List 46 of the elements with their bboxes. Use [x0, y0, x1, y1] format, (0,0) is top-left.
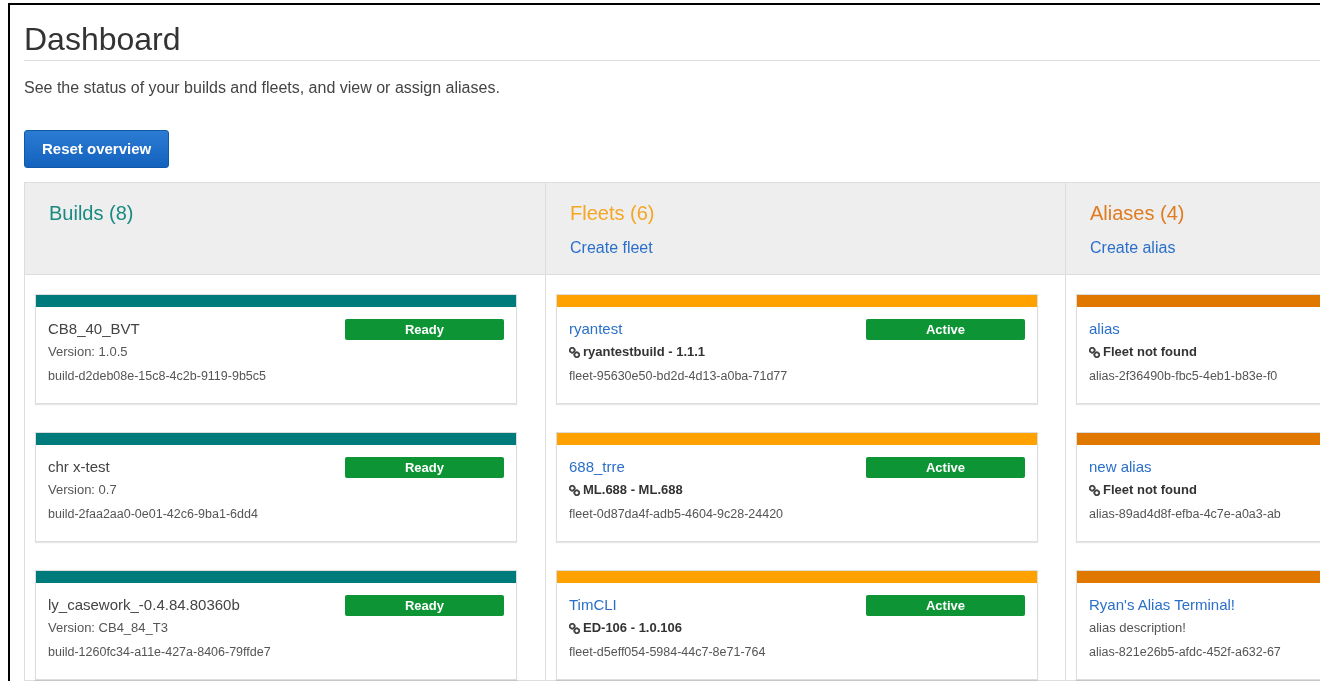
card-name-link[interactable]: Ryan's Alias Terminal! [1089, 595, 1235, 615]
linked-item-text: Fleet not found [1103, 343, 1197, 361]
status-badge: Active [866, 319, 1025, 340]
card-name-link[interactable]: TimCLI [569, 595, 617, 615]
version-text: Version: 1.0.5 [48, 343, 128, 361]
id-text: build-d2deb08e-15c8-4c2b-9119-9b5c5 [48, 368, 266, 384]
linked-item-text: ED-106 - 1.0.106 [583, 619, 682, 637]
column-title: Builds (8) [49, 201, 134, 225]
create-link[interactable]: Create fleet [570, 236, 653, 260]
linked-item-text: Fleet not found [1103, 481, 1197, 499]
status-badge: Ready [345, 319, 504, 340]
card-name: ly_casework_-0.4.84.80360b [48, 595, 240, 615]
status-badge: Ready [345, 595, 504, 616]
page-title: Dashboard [24, 20, 181, 59]
card-name: CB8_40_BVT [48, 319, 140, 339]
column-title: Fleets (6) [570, 201, 655, 225]
status-badge: Ready [345, 457, 504, 478]
link-icon [569, 346, 580, 358]
column-title: Aliases (4) [1090, 201, 1185, 225]
link-icon [1089, 346, 1100, 358]
create-link[interactable]: Create alias [1090, 236, 1176, 260]
link-icon [1089, 484, 1100, 496]
id-text: fleet-d5eff054-5984-44c7-8e71-764 [569, 644, 766, 660]
link-icon [569, 484, 580, 496]
status-badge: Active [866, 595, 1025, 616]
link-icon [569, 622, 580, 634]
id-text: fleet-95630e50-bd2d-4d13-a0ba-71d77 [569, 368, 788, 384]
id-text: fleet-0d87da4f-adb5-4604-9c28-24420 [569, 506, 784, 522]
id-text: alias-821e26b5-afdc-452f-a632-67 [1089, 644, 1281, 660]
id-text: alias-89ad4d8f-efba-4c7e-a0a3-ab [1089, 506, 1281, 522]
card-name-link[interactable]: alias [1089, 319, 1120, 339]
id-text: build-2faa2aa0-0e01-42c6-9ba1-6dd4 [48, 506, 258, 522]
card-name-link[interactable]: ryantest [569, 319, 623, 339]
id-text: alias-2f36490b-fbc5-4eb1-b83e-f0 [1089, 368, 1278, 384]
version-text: Version: CB4_84_T3 [48, 619, 168, 637]
reset-overview-button[interactable]: Reset overview [24, 130, 170, 168]
description-text: alias description! [1089, 619, 1186, 637]
page-description: See the status of your builds and fleets, and view or assign aliases. [24, 78, 500, 98]
linked-item-text: ML.688 - ML.688 [583, 481, 683, 499]
card-name: chr x-test [48, 457, 110, 477]
status-badge: Active [866, 457, 1025, 478]
id-text: build-1260fc34-a11e-427a-8406-79ffde7 [48, 644, 271, 660]
card-name-link[interactable]: 688_trre [569, 457, 625, 477]
card-name-link[interactable]: new alias [1089, 457, 1152, 477]
version-text: Version: 0.7 [48, 481, 117, 499]
linked-item-text: ryantestbuild - 1.1.1 [583, 343, 706, 361]
